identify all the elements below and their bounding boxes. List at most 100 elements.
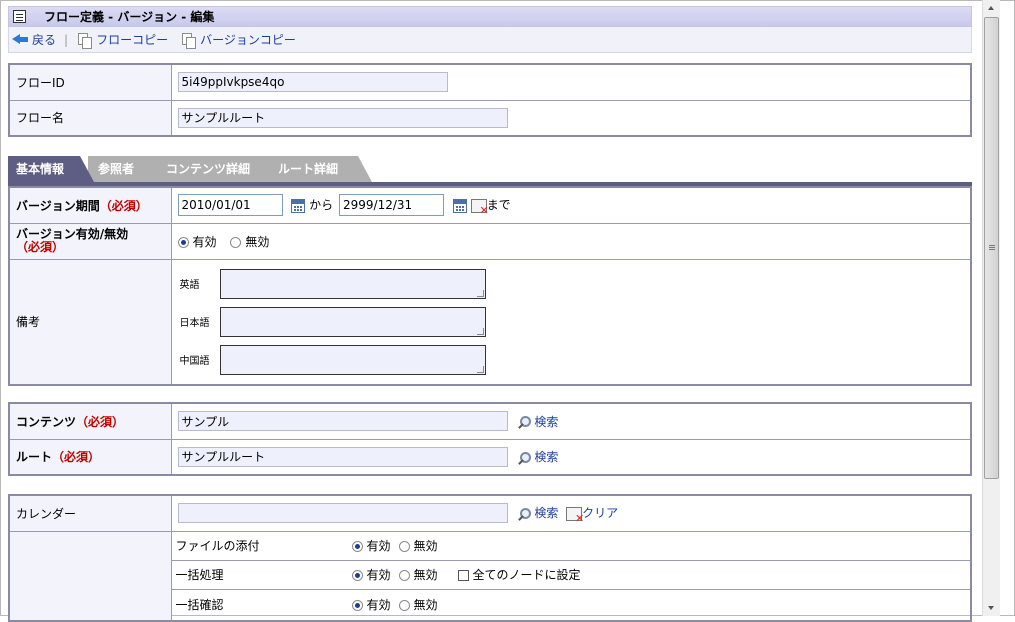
option-row-batch-confirm: 一括確認 有効 無効 (172, 590, 971, 619)
until-label: まで (486, 198, 511, 213)
flow-id-field[interactable] (177, 72, 448, 93)
notes-label: 備考 (8, 258, 172, 386)
option-off-radio[interactable]: 無効 (398, 596, 438, 613)
title-bar: フロー定義 - バージョン - 編集 (8, 6, 972, 27)
option-label: 一括処理 (175, 568, 224, 582)
note-japanese-textarea[interactable] (219, 306, 486, 337)
search-icon (516, 451, 532, 465)
copy-icon (182, 32, 197, 49)
option-on-radio[interactable]: 有効 (351, 596, 391, 613)
version-valid-text: バージョン有効/無効 (16, 227, 129, 241)
note-row-japanese: 日本語 (180, 303, 971, 341)
calendar-clear-button[interactable]: クリア (566, 506, 619, 524)
content-field[interactable] (177, 411, 508, 432)
valid-option-label: 有効 (192, 234, 217, 249)
calendar-search-button[interactable]: 検索 (516, 506, 558, 520)
note-row-english: 英語 (180, 265, 971, 303)
version-copy-label: バージョンコピー (200, 33, 296, 47)
vertical-scrollbar[interactable] (982, 0, 1000, 616)
required-mark: （必須） (76, 414, 125, 429)
apply-all-nodes-label: 全てのノードに設定 (472, 568, 581, 582)
back-button[interactable]: 戻る (12, 31, 56, 48)
flow-id-label: フローID (8, 63, 172, 101)
route-label-text: ルート (16, 450, 53, 465)
required-mark: （必須） (99, 198, 148, 213)
version-period-text: バージョン期間 (16, 198, 100, 213)
required-mark: （必須） (52, 450, 101, 465)
calendar-icon[interactable] (452, 198, 467, 213)
note-row-chinese: 中国語 (180, 341, 971, 379)
option-off-radio[interactable]: 無効 (398, 566, 438, 583)
content-route-table: コンテンツ（必須） 検索 ルート（必須） 検索 (8, 402, 972, 476)
back-arrow-icon (12, 34, 29, 45)
tab-route-detail[interactable]: ルート詳細 (268, 156, 372, 182)
tab-basic-info[interactable]: 基本情報 (8, 156, 94, 182)
scroll-grip-icon (989, 245, 995, 246)
version-copy-button[interactable]: バージョンコピー (182, 31, 296, 49)
route-search-button[interactable]: 検索 (516, 450, 558, 464)
note-lang-label: 中国語 (179, 356, 210, 368)
scroll-down-arrow[interactable] (983, 599, 1000, 616)
end-date-field[interactable] (339, 194, 444, 217)
option-row-attachment: ファイルの添付 有効 無効 (171, 532, 970, 561)
clear-date-icon[interactable] (470, 198, 489, 216)
page-title: フロー定義 - バージョン - 編集 (44, 10, 215, 24)
flow-name-label: フロー名 (8, 99, 172, 137)
clear-label: クリア (582, 506, 619, 521)
radio-valid[interactable] (177, 236, 189, 248)
option-on-radio[interactable]: 有効 (351, 566, 391, 583)
radio-invalid[interactable] (230, 236, 242, 248)
start-date-field[interactable] (177, 194, 283, 217)
version-invalid-radio[interactable]: 無効 (230, 235, 269, 249)
option-on-radio[interactable]: 有効 (351, 537, 391, 554)
calendar-field[interactable] (177, 503, 508, 524)
note-lang-label: 日本語 (179, 318, 210, 330)
invalid-option-label: 無効 (245, 234, 270, 249)
version-valid-radio[interactable]: 有効 (177, 234, 217, 249)
scroll-up-arrow[interactable] (983, 0, 1000, 17)
apply-all-nodes-checkbox[interactable]: 全てのノードに設定 (457, 566, 581, 583)
search-label: 検索 (534, 450, 559, 465)
flow-name-field[interactable] (177, 107, 508, 128)
document-icon (13, 10, 26, 23)
back-label: 戻る (32, 33, 57, 47)
option-off-label: 無効 (413, 568, 438, 582)
toolbar: 戻る | フローコピー バージョンコピー (8, 27, 972, 53)
flow-copy-button[interactable]: フローコピー (78, 31, 169, 49)
option-off-radio[interactable]: 無効 (398, 537, 438, 554)
tab-referrers[interactable]: 参照者 (88, 156, 170, 182)
checkbox[interactable] (457, 570, 469, 581)
toolbar-separator: | (64, 32, 69, 47)
tab-bar: ルート詳細 コンテンツ詳細 参照者 基本情報 (8, 156, 972, 186)
radio-off[interactable] (398, 599, 410, 611)
scroll-thumb[interactable] (984, 17, 999, 479)
flow-copy-label: フローコピー (96, 33, 169, 47)
calendar-label: カレンダー (8, 494, 172, 532)
options-label (8, 530, 172, 622)
route-label: ルート（必須） (8, 438, 172, 476)
search-icon (516, 415, 532, 429)
note-lang-label: 英語 (179, 280, 200, 292)
from-label: から (309, 198, 334, 213)
radio-off[interactable] (398, 541, 410, 552)
radio-on[interactable] (351, 599, 363, 611)
version-valid-label: バージョン有効/無効 （必須） (8, 222, 172, 260)
option-on-label: 有効 (366, 539, 391, 553)
tab-underline (8, 182, 972, 186)
calendar-icon[interactable] (291, 198, 306, 213)
route-field[interactable] (177, 446, 508, 467)
radio-on[interactable] (351, 570, 363, 581)
note-chinese-textarea[interactable] (219, 344, 486, 375)
option-on-label: 有効 (366, 568, 391, 582)
radio-on[interactable] (351, 541, 363, 552)
settings-table: カレンダー 検索 クリア ファイルの添付 有効 無効 一括処理 有効 無効 全て (8, 494, 972, 622)
option-label: 一括確認 (175, 597, 224, 612)
content-search-button[interactable]: 検索 (516, 415, 558, 429)
option-row-batch: 一括処理 有効 無効 全てのノードに設定 (171, 561, 970, 590)
radio-off[interactable] (398, 570, 410, 581)
option-on-label: 有効 (366, 597, 391, 612)
search-label: 検索 (534, 506, 559, 521)
note-english-textarea[interactable] (219, 268, 486, 299)
version-period-label: バージョン期間（必須） (8, 186, 172, 224)
tab-content-detail[interactable]: コンテンツ詳細 (156, 156, 284, 182)
